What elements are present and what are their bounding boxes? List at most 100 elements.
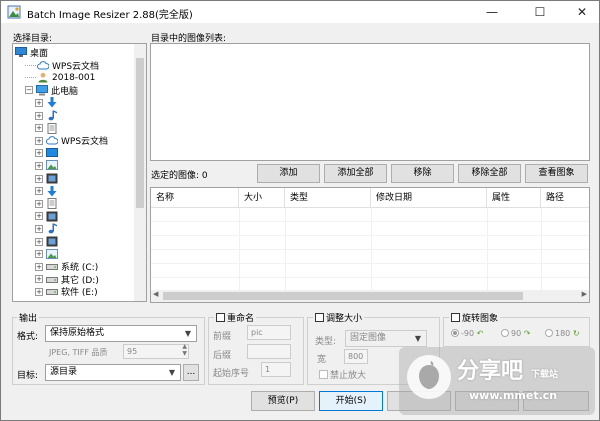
resize-type-value: 固定图像	[350, 333, 387, 343]
expand-icon[interactable]: +	[35, 262, 43, 271]
tree-item[interactable]: +	[35, 96, 61, 109]
expand-icon[interactable]: +	[35, 237, 43, 246]
tree-item[interactable]: − 此电脑	[25, 84, 78, 97]
expand-icon[interactable]: +	[35, 250, 43, 259]
no-enlarge-checkbox[interactable]	[319, 370, 328, 379]
resize-toggle[interactable]: 调整大小	[313, 311, 365, 324]
drive-icon	[46, 286, 58, 297]
maximize-button[interactable]: ☐	[525, 3, 555, 21]
tree-item[interactable]: +	[35, 248, 61, 261]
view-image-button[interactable]: 查看图象	[525, 164, 588, 183]
scroll-left-icon[interactable]: ◀	[153, 290, 158, 298]
tree-item[interactable]: +	[35, 235, 61, 248]
remove-all-button[interactable]: 移除全部	[458, 164, 521, 183]
rotate-option-90[interactable]: 90 ↷	[501, 329, 530, 338]
desktop-icon	[15, 47, 27, 58]
expand-icon[interactable]: +	[35, 136, 43, 145]
tree-item[interactable]: +	[35, 147, 61, 160]
minimize-button[interactable]: —	[477, 3, 507, 21]
col-header-attributes[interactable]: 属性	[487, 188, 541, 208]
resize-type-select[interactable]: 固定图像 ▼	[345, 330, 427, 347]
rotate-radio-90[interactable]	[501, 329, 509, 337]
tree-item[interactable]: + WPS云文档	[35, 134, 108, 147]
expand-icon[interactable]: +	[35, 124, 43, 133]
tree-item[interactable]: +	[35, 172, 61, 185]
rename-label: 重命名	[227, 314, 255, 324]
add-all-button[interactable]: 添加全部	[324, 164, 387, 183]
expand-icon[interactable]: +	[35, 224, 43, 233]
tree-item[interactable]: 2018-001	[25, 71, 95, 84]
expand-icon[interactable]: +	[35, 174, 43, 183]
collapse-icon[interactable]: −	[25, 86, 33, 95]
format-select[interactable]: 保持原始格式 ▼	[45, 325, 197, 342]
quality-field[interactable]: 95 ▲ ▼	[123, 343, 189, 359]
expand-icon[interactable]: +	[35, 149, 43, 158]
rotate-option-180[interactable]: 180 ↻	[545, 329, 580, 338]
tree-item[interactable]: 桌面	[15, 46, 48, 59]
rotate-option-minus90[interactable]: -90 ↶	[451, 329, 483, 338]
col-header-path[interactable]: 路径	[541, 188, 589, 208]
col-header-name[interactable]: 名称	[151, 188, 239, 208]
start-number-label: 起始序号	[213, 369, 250, 379]
video-icon	[46, 236, 58, 247]
expand-icon[interactable]: +	[35, 161, 43, 170]
expand-icon[interactable]: +	[35, 275, 43, 284]
tree-item[interactable]: +	[35, 210, 61, 223]
rename-checkbox[interactable]	[216, 313, 225, 322]
rotate-checkbox[interactable]	[451, 313, 460, 322]
expand-icon[interactable]: +	[35, 111, 43, 120]
target-select[interactable]: 源目录 ▼	[45, 364, 181, 381]
tree-item[interactable]: +	[35, 185, 61, 198]
prefix-field[interactable]: pic	[247, 325, 291, 340]
tree-item[interactable]: + 系统 (C:)	[35, 260, 98, 273]
width-field[interactable]: 800	[344, 349, 368, 364]
scroll-right-icon[interactable]: ▶	[582, 290, 587, 298]
table-row	[151, 223, 589, 236]
close-button[interactable]: ✕	[567, 3, 597, 21]
dir-tree[interactable]: 桌面 WPS云文档 2018-001− 此电脑 + + + + WPS云文档 + + + + + + + + + +…	[12, 43, 147, 302]
tree-item[interactable]: +	[35, 109, 61, 122]
video-icon	[46, 173, 58, 184]
music-note-icon	[46, 223, 58, 234]
image-list[interactable]	[150, 43, 590, 161]
tree-vertical-scrollbar[interactable]	[134, 44, 146, 301]
quality-spin-icon[interactable]: ▲ ▼	[182, 343, 187, 357]
expand-icon[interactable]: +	[35, 287, 43, 296]
table-scroll-thumb[interactable]	[163, 292, 523, 300]
remove-button[interactable]: 移除	[391, 164, 454, 183]
tree-item[interactable]: +	[35, 122, 61, 135]
tree-scroll-thumb[interactable]	[136, 58, 144, 208]
browse-target-button[interactable]: ...	[183, 364, 199, 381]
app-logo-icon	[7, 5, 21, 19]
suffix-field[interactable]	[247, 344, 291, 359]
expand-icon[interactable]: +	[35, 187, 43, 196]
start-button[interactable]: 开始(S)	[319, 391, 383, 411]
no-enlarge-label: 禁止放大	[330, 371, 367, 381]
expand-icon[interactable]: +	[35, 98, 43, 107]
col-header-modified[interactable]: 修改日期	[371, 188, 487, 208]
computer-icon	[36, 84, 48, 96]
rotate-toggle[interactable]: 旋转图象	[449, 311, 501, 324]
rotate-option-label: 90	[511, 329, 522, 338]
tree-item[interactable]: +	[35, 159, 61, 172]
start-number-field[interactable]: 1	[261, 362, 291, 377]
tree-item[interactable]: + 软件 (E:)	[35, 285, 98, 298]
no-enlarge-toggle[interactable]: 禁止放大	[319, 368, 366, 381]
tree-item-label: 软件 (E:)	[61, 288, 98, 299]
tree-item[interactable]: + 其它 (D:)	[35, 273, 99, 286]
col-header-size[interactable]: 大小	[239, 188, 285, 208]
rotate-radio-180[interactable]	[545, 329, 553, 337]
tree-item[interactable]: +	[35, 197, 61, 210]
selected-images-table[interactable]: 名称 大小 类型 修改日期 属性 路径 ◀ ▶	[150, 187, 590, 303]
resize-checkbox[interactable]	[315, 313, 324, 322]
tree-item[interactable]: +	[35, 222, 61, 235]
rotate-radio-minus90[interactable]	[451, 329, 459, 337]
rename-toggle[interactable]: 重命名	[214, 311, 257, 324]
col-header-type[interactable]: 类型	[285, 188, 371, 208]
tree-item[interactable]: WPS云文档	[25, 59, 99, 72]
add-button[interactable]: 添加	[257, 164, 320, 183]
expand-icon[interactable]: +	[35, 212, 43, 221]
expand-icon[interactable]: +	[35, 199, 43, 208]
preview-button[interactable]: 预览(P)	[251, 391, 315, 411]
table-horizontal-scrollbar[interactable]: ◀ ▶	[151, 290, 589, 302]
